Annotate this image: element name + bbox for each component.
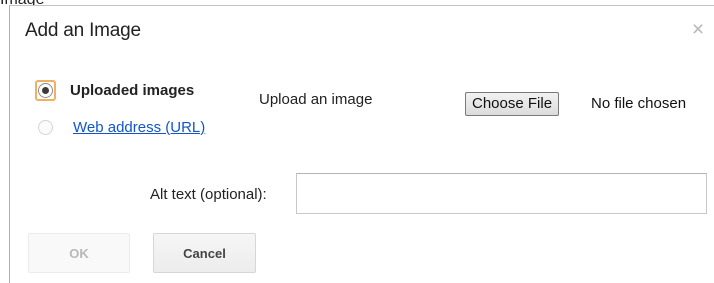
ok-button[interactable]: OK <box>28 233 130 273</box>
file-status-text: No file chosen <box>591 95 687 112</box>
choose-file-button[interactable]: Choose File <box>465 92 560 116</box>
radio-focus-ring <box>35 79 56 101</box>
alt-text-label: Alt text (optional): <box>150 186 267 203</box>
cancel-button[interactable]: Cancel <box>153 233 256 273</box>
dialog-title: Add an Image <box>25 20 141 41</box>
screen: Image Add an Image × Uploaded images Web… <box>0 0 714 283</box>
source-option-uploaded-images[interactable]: Uploaded images <box>35 79 194 101</box>
upload-image-label: Upload an image <box>259 91 373 108</box>
add-image-dialog: Add an Image × Uploaded images Web addre… <box>9 5 714 283</box>
source-label-uploaded-images[interactable]: Uploaded images <box>70 82 194 99</box>
source-option-web-address[interactable]: Web address (URL) <box>38 116 205 138</box>
radio-uploaded-images[interactable] <box>38 82 53 98</box>
radio-web-address[interactable] <box>38 119 53 135</box>
alt-text-input[interactable] <box>296 173 707 214</box>
close-icon[interactable]: × <box>690 19 706 40</box>
source-link-web-address[interactable]: Web address (URL) <box>73 119 205 136</box>
